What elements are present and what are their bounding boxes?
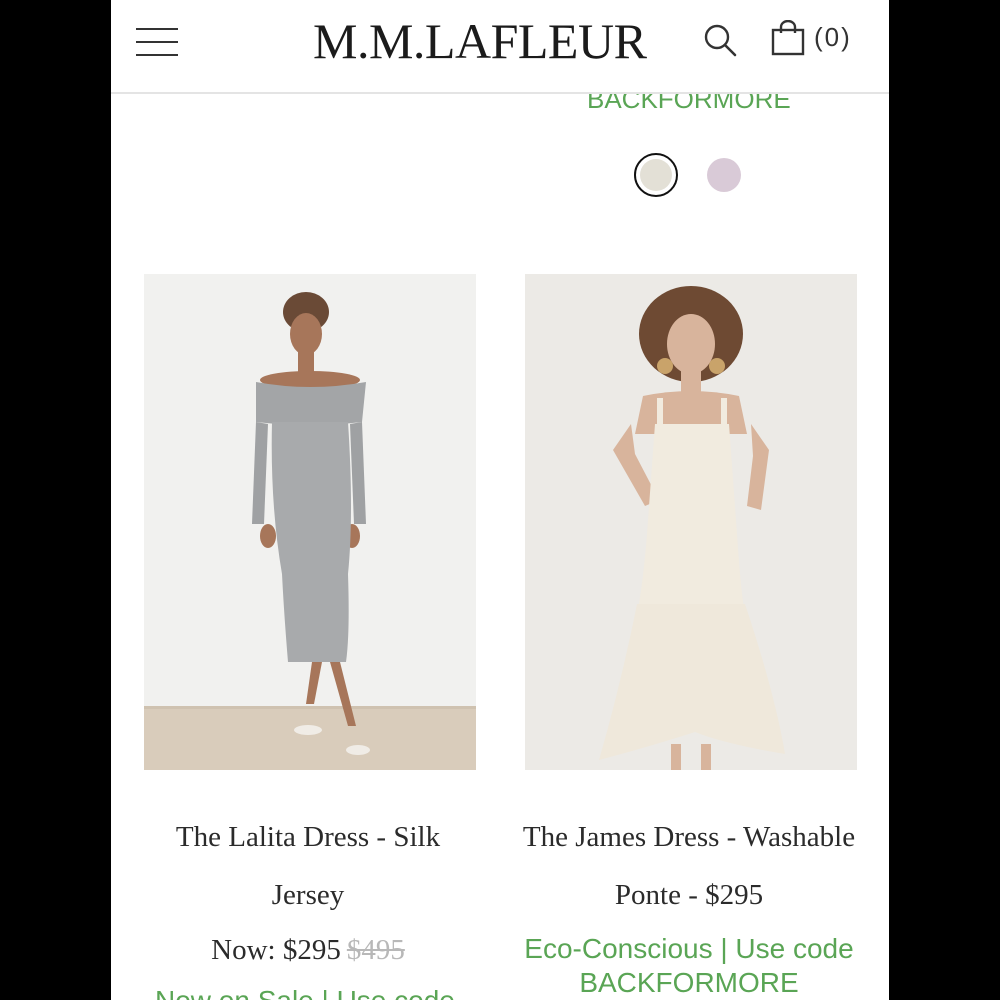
brand-logo[interactable]: M.M.LAFLEUR xyxy=(313,12,647,70)
product-title-james[interactable]: The James Dress - Washable Ponte - $295 xyxy=(519,808,859,924)
product-title-lalita[interactable]: The Lalita Dress - Silk Jersey xyxy=(138,808,478,924)
cart-count[interactable]: (0) xyxy=(814,22,852,53)
original-price: $495 xyxy=(346,934,405,966)
product-image-james[interactable] xyxy=(525,274,857,770)
site-header: M.M.LAFLEUR (0) xyxy=(111,0,889,94)
sale-price: Now: $295 xyxy=(211,934,341,966)
swatch-fill xyxy=(640,159,672,191)
product-price-lalita: Now: $295 $495 xyxy=(138,922,478,978)
product-image-lalita[interactable] xyxy=(144,274,476,770)
color-swatch-selected[interactable] xyxy=(634,153,678,197)
promo-text-james: Eco-Conscious | Use code BACKFORMORE xyxy=(524,933,854,998)
shopping-bag-icon[interactable] xyxy=(771,20,805,56)
menu-icon[interactable] xyxy=(136,26,178,58)
promo-text-lalita: Now on Sale | Use code xyxy=(155,984,455,1000)
mobile-viewport: M.M.LAFLEUR (0) BACKFORMORE The Lalita D… xyxy=(111,0,889,1000)
color-swatch[interactable] xyxy=(707,158,741,192)
search-icon[interactable] xyxy=(703,22,737,58)
